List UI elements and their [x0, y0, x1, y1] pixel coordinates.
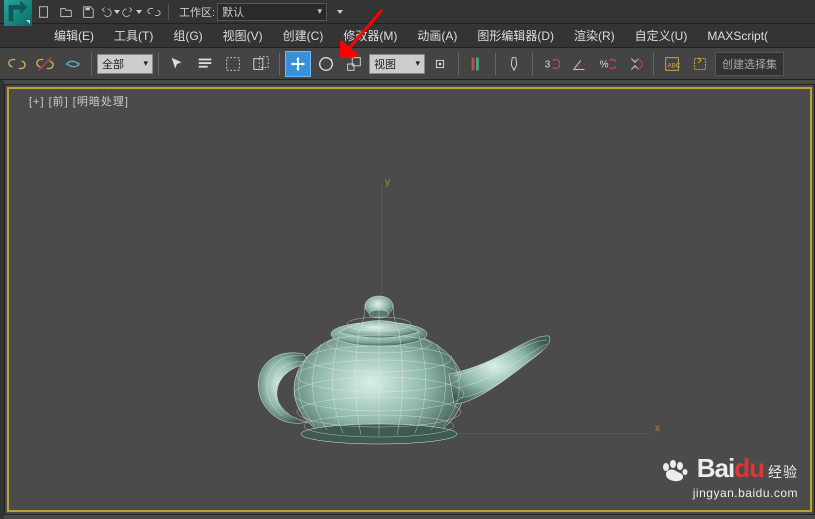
create-selection-set-field[interactable]: 创建选择集	[715, 52, 784, 76]
menu-rendering[interactable]: 渲染(R)	[564, 23, 625, 48]
menu-grapheditors[interactable]: 图形编辑器(D)	[467, 23, 564, 48]
menu-views[interactable]: 视图(V)	[213, 23, 273, 48]
spinner-snap-icon[interactable]	[622, 51, 648, 77]
menu-tools[interactable]: 工具(T)	[104, 23, 163, 48]
workspace-select[interactable]: 默认	[217, 3, 327, 21]
menu-customize[interactable]: 自定义(U)	[625, 23, 698, 48]
svg-text:3: 3	[545, 59, 551, 70]
window-crossing-icon[interactable]	[248, 51, 274, 77]
undo-icon[interactable]	[100, 2, 120, 22]
pivot-center-icon[interactable]	[427, 51, 453, 77]
select-link-icon[interactable]	[4, 51, 30, 77]
axis-label-y: y	[385, 177, 390, 188]
select-scale-icon[interactable]	[341, 51, 367, 77]
select-move-icon[interactable]	[285, 51, 311, 77]
named-sel-icon[interactable]	[687, 51, 713, 77]
workspace-more-icon[interactable]	[329, 2, 349, 22]
new-icon[interactable]	[34, 2, 54, 22]
menu-maxscript[interactable]: MAXScript(	[697, 25, 778, 47]
edit-named-sel-icon[interactable]: ABC	[659, 51, 685, 77]
open-icon[interactable]	[56, 2, 76, 22]
ref-coord-system[interactable]: 视图	[369, 54, 425, 74]
app-logo[interactable]	[4, 0, 32, 26]
menu-create[interactable]: 创建(C)	[273, 23, 334, 48]
viewport-front[interactable]: [+] [前] [明暗处理] y x	[7, 87, 812, 512]
menu-bar: 编辑(E) 工具(T) 组(G) 视图(V) 创建(C) 修改器(M) 动画(A…	[0, 24, 815, 48]
select-region-icon[interactable]	[220, 51, 246, 77]
workspace-label: 工作区:	[179, 4, 215, 20]
percent-snap-icon[interactable]: %	[594, 51, 620, 77]
save-icon[interactable]	[78, 2, 98, 22]
menu-group[interactable]: 组(G)	[163, 23, 212, 48]
snap-3d-icon[interactable]: 3	[538, 51, 564, 77]
select-object-icon[interactable]	[164, 51, 190, 77]
svg-text:%: %	[600, 59, 609, 70]
menu-animation[interactable]: 动画(A)	[407, 23, 467, 48]
keyboard-shortcut-icon[interactable]	[501, 51, 527, 77]
svg-text:ABC: ABC	[668, 62, 681, 69]
menu-edit[interactable]: 编辑(E)	[44, 23, 104, 48]
select-manipulate-icon[interactable]	[464, 51, 490, 77]
main-toolbar: 全部 视图 3 % ABC 创建选择集	[0, 48, 815, 80]
selection-filter[interactable]: 全部	[97, 54, 153, 74]
select-name-icon[interactable]	[192, 51, 218, 77]
angle-snap-icon[interactable]	[566, 51, 592, 77]
select-rotate-icon[interactable]	[313, 51, 339, 77]
menu-modifiers[interactable]: 修改器(M)	[333, 23, 407, 48]
axis-label-x: x	[655, 423, 660, 434]
teapot-object[interactable]	[209, 264, 569, 464]
bind-space-icon[interactable]	[60, 51, 86, 77]
unlink-icon[interactable]	[32, 51, 58, 77]
redo-icon[interactable]	[122, 2, 142, 22]
link-icon[interactable]	[144, 2, 164, 22]
